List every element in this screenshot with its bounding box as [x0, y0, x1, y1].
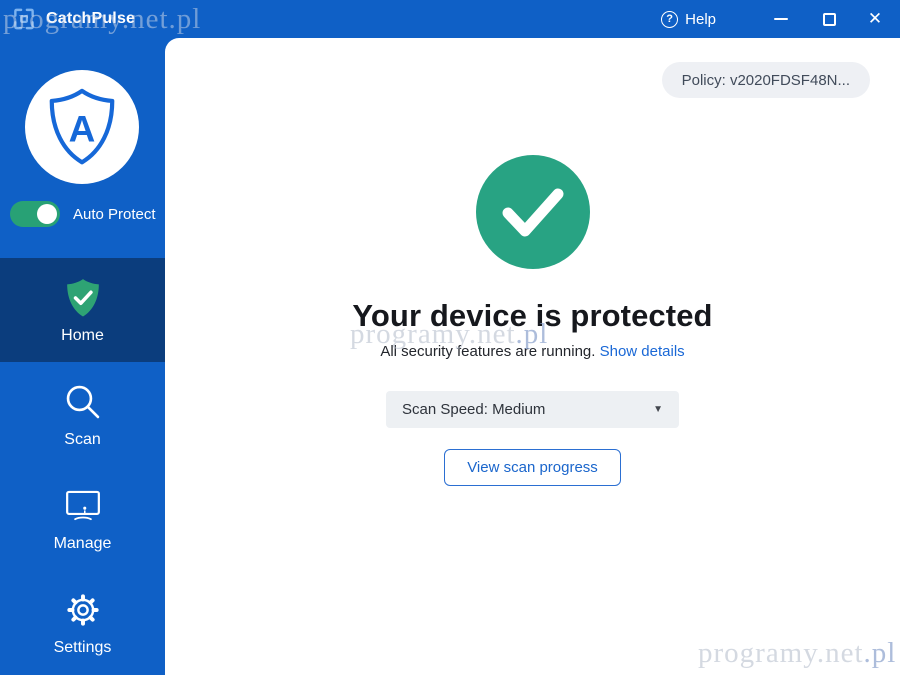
close-icon: ✕ [868, 9, 882, 29]
policy-button[interactable]: Policy: v2020FDSF48N... [662, 62, 870, 98]
maximize-button[interactable] [812, 0, 846, 38]
sidebar-nav: Home Scan Manage [0, 258, 165, 674]
view-scan-progress-button[interactable]: View scan progress [444, 449, 621, 486]
help-label: Help [685, 11, 716, 28]
sidebar-item-scan[interactable]: Scan [0, 362, 165, 466]
auto-protect-toggle[interactable] [10, 201, 60, 227]
status-title: Your device is protected [352, 298, 712, 334]
magnifier-icon [61, 380, 105, 424]
auto-protect-label: Auto Protect [73, 206, 156, 223]
minimize-button[interactable] [764, 0, 798, 38]
gear-icon [61, 588, 105, 632]
minimize-icon [774, 18, 788, 20]
status-subtitle: All security features are running. Show … [380, 343, 684, 360]
sidebar-item-settings[interactable]: Settings [0, 570, 165, 674]
help-button[interactable]: ? Help [661, 11, 716, 28]
show-details-link[interactable]: Show details [600, 343, 685, 360]
app-logo-icon [10, 6, 38, 32]
logo-letter: A [69, 108, 96, 149]
toggle-knob [37, 204, 57, 224]
sidebar-item-label: Scan [64, 431, 100, 449]
sidebar-item-home[interactable]: Home [0, 258, 165, 362]
chevron-down-icon: ▼ [653, 404, 663, 415]
sidebar-item-label: Manage [54, 535, 112, 553]
app-window: CatchPulse ? Help ✕ A [0, 0, 900, 675]
sidebar-item-label: Settings [54, 639, 112, 657]
main-panel: Policy: v2020FDSF48N... Your device is p… [165, 38, 900, 675]
maximize-icon [823, 13, 836, 26]
shield-a-icon: A [40, 85, 124, 169]
status-subtitle-text: All security features are running. [380, 343, 595, 360]
auto-protect-row: Auto Protect [10, 201, 156, 227]
titlebar-controls: ? Help ✕ [661, 0, 900, 38]
content-row: A Auto Protect Home [0, 38, 900, 675]
help-icon: ? [661, 11, 678, 28]
sidebar: A Auto Protect Home [0, 38, 165, 675]
sidebar-item-label: Home [61, 327, 104, 345]
titlebar: CatchPulse ? Help ✕ [0, 0, 900, 38]
close-button[interactable]: ✕ [858, 0, 892, 38]
scan-speed-value: Scan Speed: Medium [402, 401, 545, 418]
scan-speed-dropdown[interactable]: Scan Speed: Medium ▼ [386, 391, 679, 428]
brand-shield-badge: A [25, 70, 139, 184]
app-title: CatchPulse [46, 10, 135, 28]
protected-check-icon [476, 155, 590, 269]
home-shield-check-icon [61, 276, 105, 320]
sidebar-item-manage[interactable]: Manage [0, 466, 165, 570]
monitor-icon [60, 484, 106, 528]
